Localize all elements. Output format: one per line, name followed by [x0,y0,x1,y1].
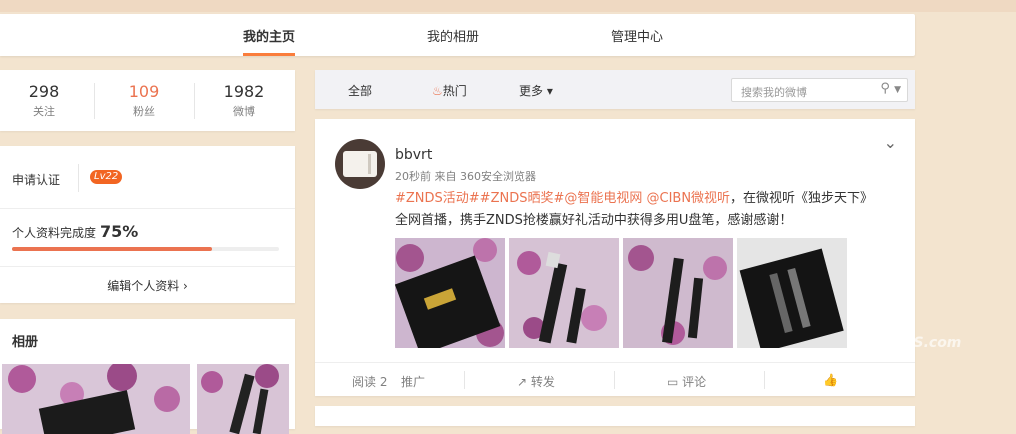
profile-nav: 我的主页 我的相册 管理中心 [0,14,915,56]
post-image[interactable] [395,238,505,348]
completeness-label: 个人资料完成度 [12,226,97,240]
next-post-card [315,406,915,426]
weibo-count: 1982 [223,82,265,101]
stat-divider [94,83,95,119]
search-placeholder: 搜索我的微博 [741,86,807,99]
following-label: 关注 [33,105,55,118]
comment-label: 评论 [682,375,707,389]
post-username[interactable]: bbvrt [395,147,432,163]
weibo-label: 微博 [233,105,255,118]
followers-label: 粉丝 [133,105,155,118]
post-text-part: ，在微视听《独步天下》 [730,191,874,206]
page-background [0,0,1016,12]
apply-verify-link[interactable]: 申请认证 [12,171,60,188]
tab-manage-center[interactable]: 管理中心 [611,26,663,45]
divider [0,208,295,209]
following-count: 298 [28,82,60,101]
read-count: 阅读 2 [352,375,388,389]
feed-filter-bar: 全部 ♨热门 更多 ▾ 搜索我的微博 ⚲ ▼ [315,70,915,109]
post-image[interactable] [509,238,619,348]
promote-link[interactable]: 推广 [401,373,425,390]
post-text-line2: 全网首播，携手ZNDS抢楼赢好礼活动中获得多用U盘笔，感谢感谢！ [395,213,793,228]
profile-card: 申请认证 Lv22 个人资料完成度 75% 编辑个人资料 › [0,146,295,303]
repost-icon: ↗ [517,375,528,389]
stat-weibo[interactable]: 1982 微博 [204,82,284,119]
post-text: #ZNDS活动##ZNDS晒奖#@智能电视网 @CIBN微视听，在微视听《独步天… [395,188,900,232]
edit-profile-link[interactable]: 编辑个人资料 › [0,277,295,294]
tab-my-home[interactable]: 我的主页 [243,26,296,56]
divider [614,371,615,389]
post-actions: 阅读 2 推广 ↗ 转发 ▭ 评论 👍 [315,362,915,396]
divider [78,164,79,192]
divider [764,371,765,389]
followers-count: 109 [128,82,160,101]
album-photo[interactable] [2,364,190,434]
completeness-percent: 75% [100,222,139,241]
watermark: ZNDS.com [880,335,962,351]
album-title: 相册 [12,335,39,350]
like-button[interactable]: 👍 [823,373,838,387]
post-hashtags-mentions[interactable]: #ZNDS活动##ZNDS晒奖#@智能电视网 @CIBN微视听 [395,191,730,206]
tab-my-album[interactable]: 我的相册 [427,26,479,45]
completeness-bar [12,247,279,251]
filter-hot-label: 热门 [442,84,467,98]
avatar-image [343,151,377,177]
stats-card: 298 关注 109 粉丝 1982 微博 [0,70,295,131]
dropdown-arrow-icon[interactable]: ▼ [894,85,901,95]
search-icon[interactable]: ⚲ [880,81,890,96]
thumbs-up-icon: 👍 [823,373,838,387]
chevron-down-icon[interactable]: ⌄ [884,133,897,152]
stat-divider [194,83,195,119]
repost-label: 转发 [530,375,555,389]
completeness-bar-fill [12,247,213,251]
divider [464,371,465,389]
weibo-post: bbvrt 20秒前 来自 360安全浏览器 ⌄ #ZNDS活动##ZNDS晒奖… [315,119,915,396]
divider [0,266,295,267]
filter-all[interactable]: 全部 [348,82,372,99]
post-meta: 20秒前 来自 360安全浏览器 [395,170,536,183]
search-box[interactable]: 搜索我的微博 ⚲ ▼ [731,78,908,102]
fire-icon: ♨ [432,84,443,98]
level-badge[interactable]: Lv22 [90,170,123,184]
repost-button[interactable]: ↗ 转发 [517,373,555,390]
album-photo[interactable] [197,364,289,434]
filter-hot[interactable]: ♨热门 [432,82,467,99]
stat-following[interactable]: 298 关注 [4,82,84,119]
album-card: 相册 [0,319,295,434]
avatar[interactable] [335,139,385,189]
profile-completeness: 个人资料完成度 75% [12,222,138,241]
stat-followers[interactable]: 109 粉丝 [104,82,184,119]
filter-more[interactable]: 更多 ▾ [519,82,553,99]
post-image[interactable] [623,238,733,348]
comment-button[interactable]: ▭ 评论 [667,373,706,390]
post-image[interactable] [737,238,847,348]
comment-icon: ▭ [667,375,679,389]
